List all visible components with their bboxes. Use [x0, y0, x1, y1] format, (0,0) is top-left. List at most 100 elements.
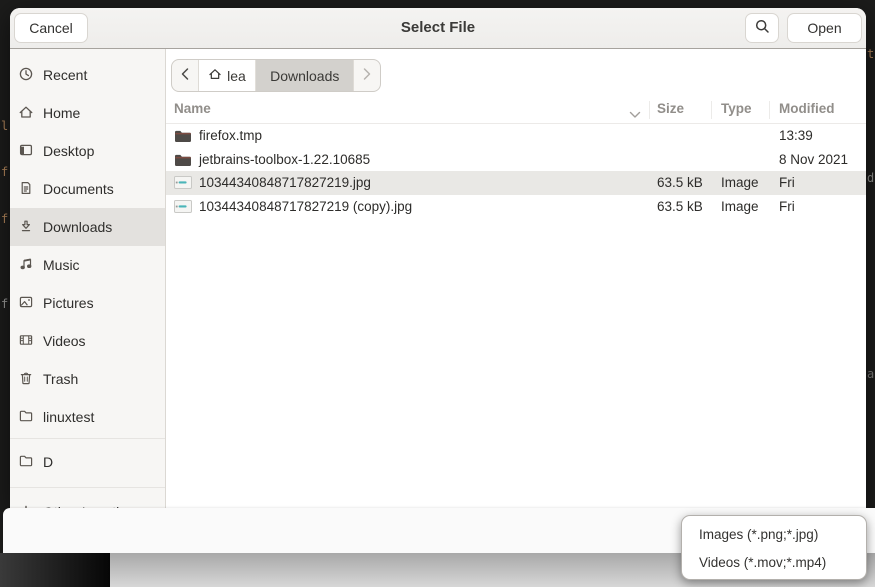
sort-chevron-down-icon — [629, 111, 641, 119]
chevron-right-icon — [362, 67, 372, 84]
file-type: Image — [721, 199, 759, 214]
home-icon — [208, 67, 222, 81]
file-filter-popup: Images (*.png;*.jpg)Videos (*.mov;*.mp4) — [681, 515, 867, 580]
path-segment-home[interactable]: lea — [199, 60, 256, 91]
sidebar-item-label: Music — [43, 257, 80, 273]
column-header-size[interactable]: Size — [657, 101, 684, 116]
file-row[interactable]: 10344340848717827219 (copy).jpg 63.5 kB … — [166, 195, 866, 219]
sidebar-item-label: Videos — [43, 333, 86, 349]
sidebar-item-linuxtest[interactable]: linuxtest — [10, 398, 165, 436]
recent-icon — [18, 66, 34, 82]
file-name: firefox.tmp — [199, 128, 262, 143]
terminal-text-fragment: d — [867, 172, 875, 184]
chevron-left-icon — [180, 67, 190, 81]
path-bar: lea Downloads — [171, 59, 381, 92]
sidebar-item-music[interactable]: Music — [10, 246, 165, 284]
file-modified: 13:39 — [779, 128, 813, 143]
sidebar-item-label: Recent — [43, 67, 87, 83]
file-name: jetbrains-toolbox-1.22.10685 — [199, 152, 370, 167]
sidebar-divider — [10, 487, 165, 488]
trash-icon — [18, 370, 34, 386]
videos-icon — [18, 332, 34, 348]
chevron-left-icon — [180, 67, 190, 84]
sidebar-item-label: linuxtest — [43, 409, 94, 425]
filter-option[interactable]: Images (*.png;*.jpg) — [682, 521, 866, 549]
sort-direction-icon[interactable] — [629, 107, 641, 122]
terminal-text-fragment: f — [1, 298, 10, 310]
sidebar-item-label: Trash — [43, 371, 78, 387]
sidebar-item-other-locations[interactable]: Other Locations — [10, 493, 165, 508]
image-file-icon — [174, 176, 192, 189]
sidebar-item-home[interactable]: Home — [10, 94, 165, 132]
dialog-title: Select File — [10, 8, 866, 48]
column-separator — [649, 101, 650, 119]
sidebar-item-desktop[interactable]: Desktop — [10, 132, 165, 170]
search-icon — [754, 18, 771, 35]
search-button[interactable] — [745, 13, 779, 43]
file-size: 63.5 kB — [657, 199, 703, 214]
folder-icon — [174, 129, 192, 143]
file-chooser-dialog: Select File Cancel Open Recent Home Desk… — [10, 8, 866, 508]
terminal-text-fragment: f — [1, 213, 10, 225]
search-icon — [754, 18, 771, 38]
sidebar-item-pictures[interactable]: Pictures — [10, 284, 165, 322]
downloads-icon — [18, 218, 34, 234]
file-browser-pane: lea Downloads Name Size Type Modified fi… — [166, 49, 866, 508]
sidebar-item-downloads[interactable]: Downloads — [10, 208, 165, 246]
sidebar-item-documents[interactable]: Documents — [10, 170, 165, 208]
file-row[interactable]: 10344340848717827219.jpg 63.5 kB Image F… — [166, 171, 866, 195]
pictures-icon — [18, 294, 34, 310]
sidebar-item-label: D — [43, 454, 53, 470]
sidebar-item-d[interactable]: D — [10, 443, 165, 481]
file-row[interactable]: firefox.tmp 13:39 — [166, 124, 866, 148]
documents-icon — [18, 180, 34, 196]
sidebar-item-label: Documents — [43, 181, 114, 197]
file-modified: Fri — [779, 199, 795, 214]
file-size: 63.5 kB — [657, 175, 703, 190]
desktop-icon — [18, 142, 34, 158]
column-separator — [769, 101, 770, 119]
cancel-button[interactable]: Cancel — [14, 13, 88, 43]
terminal-text-fragment: t — [867, 48, 875, 60]
sidebar-item-label: Pictures — [43, 295, 94, 311]
file-type: Image — [721, 175, 759, 190]
file-list: firefox.tmp 13:39 jetbrains-toolbox-1.22… — [166, 124, 866, 218]
column-header-type[interactable]: Type — [721, 101, 752, 116]
folder-icon — [18, 408, 34, 424]
file-name: 10344340848717827219.jpg — [199, 175, 371, 190]
file-modified: 8 Nov 2021 — [779, 152, 848, 167]
open-button[interactable]: Open — [787, 13, 862, 43]
folder-icon — [18, 453, 34, 469]
file-name: 10344340848717827219 (copy).jpg — [199, 199, 412, 214]
path-segment-downloads[interactable]: Downloads — [256, 60, 353, 91]
sidebar-item-label: Desktop — [43, 143, 94, 159]
terminal-text-fragment: a — [867, 368, 875, 380]
sidebar-item-trash[interactable]: Trash — [10, 360, 165, 398]
file-row[interactable]: jetbrains-toolbox-1.22.10685 8 Nov 2021 — [166, 148, 866, 172]
column-header-name[interactable]: Name — [174, 101, 211, 116]
path-back-button[interactable] — [172, 60, 199, 91]
terminal-text-fragment: l — [1, 120, 10, 132]
chevron-right-icon — [362, 67, 372, 81]
filter-option[interactable]: Videos (*.mov;*.mp4) — [682, 549, 866, 577]
path-home-label: lea — [227, 68, 246, 84]
sidebar-item-videos[interactable]: Videos — [10, 322, 165, 360]
home-icon — [208, 67, 222, 84]
terminal-text-fragment: f — [1, 166, 10, 178]
path-forward-button[interactable] — [353, 60, 380, 91]
background-dark-area — [0, 553, 110, 587]
file-modified: Fri — [779, 175, 795, 190]
sidebar-item-label: Downloads — [43, 219, 112, 235]
home-icon — [18, 104, 34, 120]
folder-icon — [174, 153, 192, 167]
column-header-modified[interactable]: Modified — [779, 101, 835, 116]
music-icon — [18, 256, 34, 272]
places-sidebar: Recent Home Desktop Documents Downloads … — [10, 49, 166, 508]
column-separator — [711, 101, 712, 119]
list-column-headers: Name Size Type Modified — [166, 98, 866, 124]
image-file-icon — [174, 200, 192, 213]
sidebar-item-recent[interactable]: Recent — [10, 56, 165, 94]
dialog-headerbar: Select File Cancel Open — [10, 8, 866, 49]
sidebar-item-label: Home — [43, 105, 80, 121]
sidebar-divider — [10, 438, 165, 439]
